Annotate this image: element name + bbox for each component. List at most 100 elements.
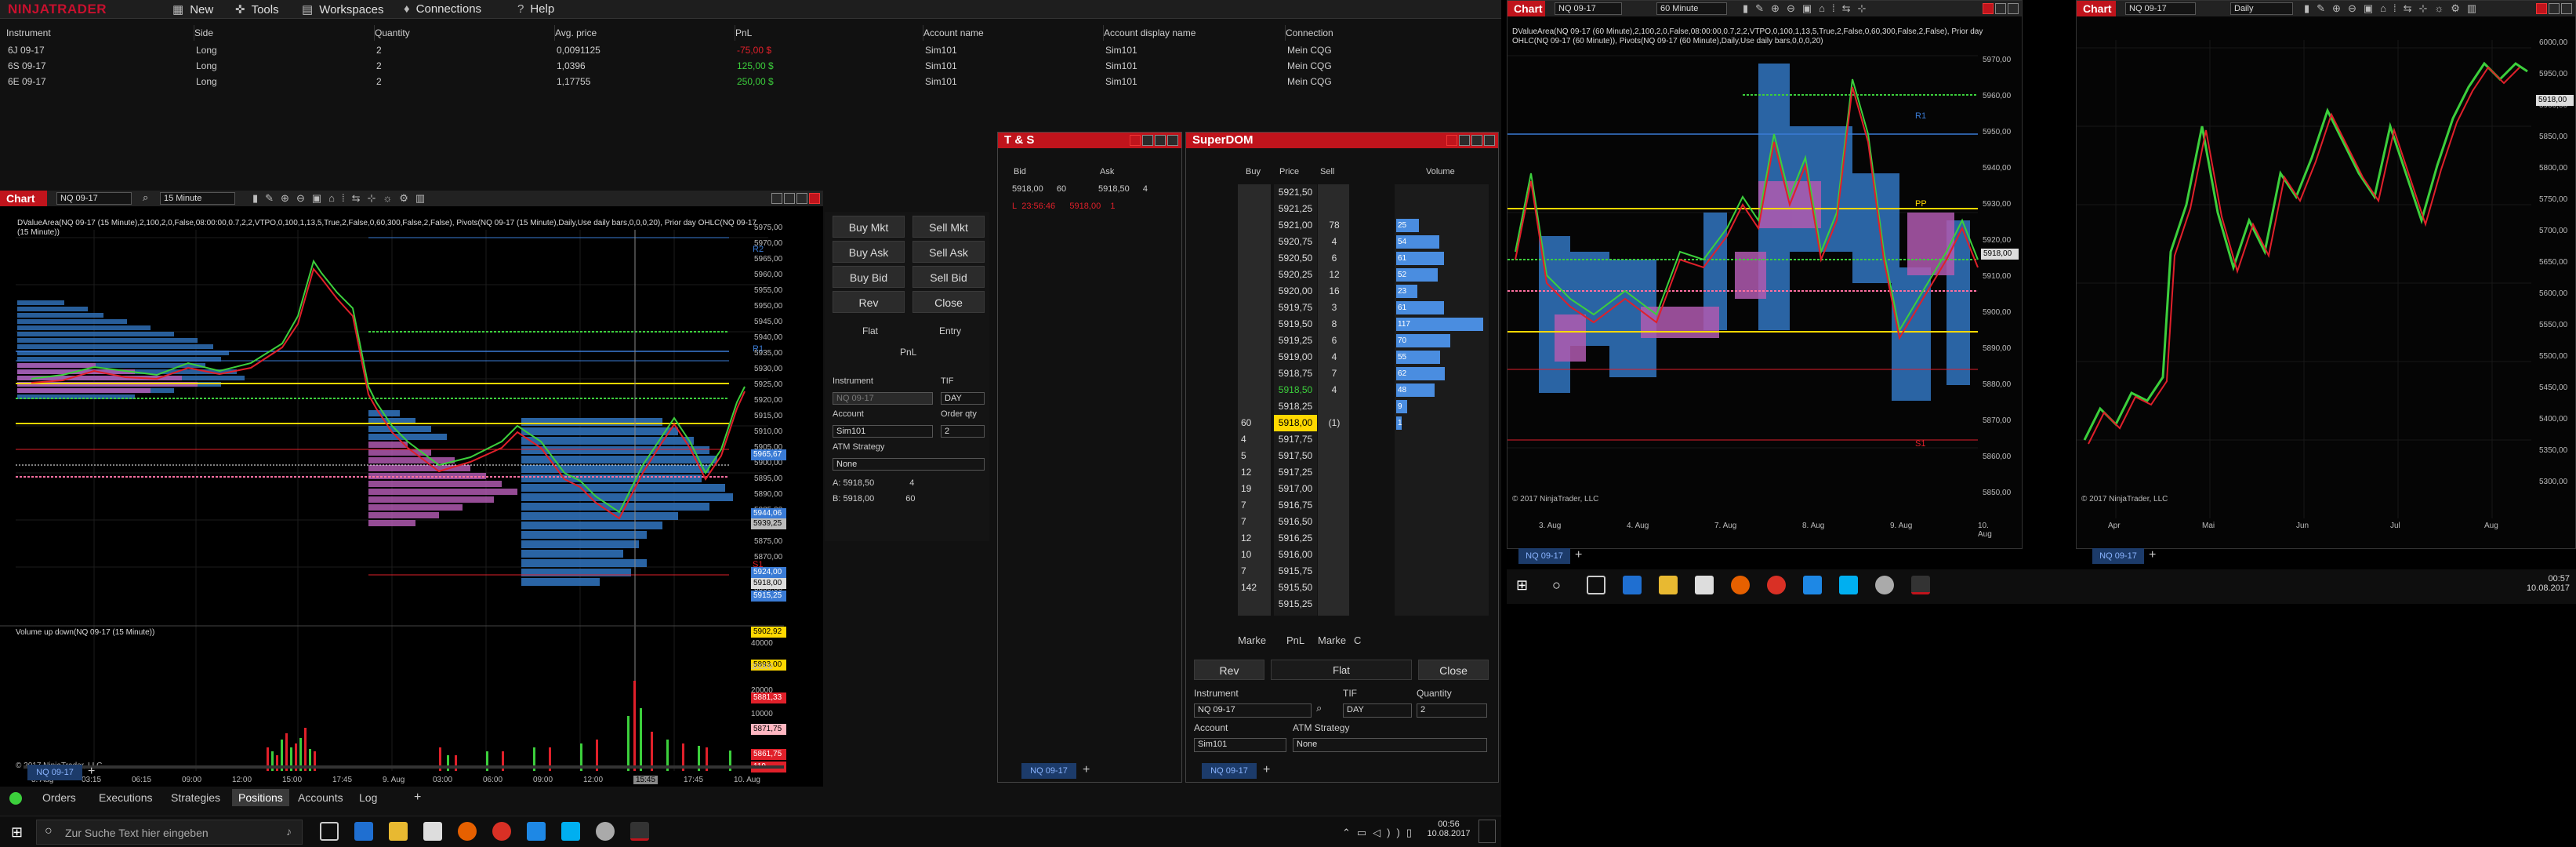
dom-buy[interactable] xyxy=(1241,250,1269,267)
col-side[interactable]: Side xyxy=(194,25,375,41)
dom-buy[interactable] xyxy=(1241,267,1269,283)
chart2-tools-icons[interactable]: ▮✎⊕⊖▣⌂⁞⇆⊹ xyxy=(1743,2,1873,15)
dom-price[interactable]: 5921,50 xyxy=(1274,184,1317,201)
chart2-interval-selector[interactable]: 60 Minute xyxy=(1656,2,1727,15)
ninjatrader-taskbar-icon[interactable] xyxy=(630,822,649,841)
right-ninjatrader-icon[interactable] xyxy=(1911,576,1930,594)
rev-button[interactable]: Rev xyxy=(833,291,905,313)
dom-vol[interactable]: 61 xyxy=(1398,300,1421,316)
col-avg-price[interactable]: Avg. price xyxy=(555,25,735,41)
chart2-link-icon[interactable] xyxy=(1983,3,1994,14)
dom-buy[interactable]: 10 xyxy=(1241,547,1269,563)
dom-price[interactable]: 5917,25 xyxy=(1274,464,1317,481)
dom-sell[interactable] xyxy=(1319,481,1349,497)
ts-tab[interactable]: NQ 09-17 xyxy=(1021,763,1076,779)
chart-tools-icons[interactable]: ▮✎⊕⊖▣⌂⁞⇆⊹☼⚙▥ xyxy=(252,192,432,205)
menu-new[interactable]: ▦ New xyxy=(172,2,213,16)
chart3-instrument-selector[interactable]: NQ 09-17 xyxy=(2125,2,2196,15)
dom-atm-select[interactable]: None xyxy=(1293,738,1487,752)
dom-vol[interactable] xyxy=(1398,530,1421,547)
system-tray-icons[interactable]: ⌃▭◁))▯ xyxy=(1342,827,1418,839)
dom-vol[interactable] xyxy=(1398,481,1421,497)
col-quantity[interactable]: Quantity xyxy=(375,25,555,41)
chart3-tab[interactable]: NQ 09-17 xyxy=(2092,548,2144,564)
dom-sell[interactable] xyxy=(1319,596,1349,613)
file-explorer-icon[interactable] xyxy=(389,822,408,841)
dom-sell[interactable] xyxy=(1319,448,1349,464)
menu-tools[interactable]: ✜ Tools xyxy=(235,2,279,16)
ts-link-icon[interactable] xyxy=(1130,135,1141,146)
microphone-icon[interactable]: ♪ xyxy=(286,825,292,838)
right-chrome-icon[interactable] xyxy=(1767,576,1786,594)
dom-vol[interactable] xyxy=(1398,514,1421,530)
dom-price[interactable]: 5916,00 xyxy=(1274,547,1317,563)
dom-sell[interactable]: 6 xyxy=(1319,333,1349,349)
chart2-add-tab-icon[interactable]: + xyxy=(1575,548,1582,562)
table-row[interactable]: 6S 09-17 Long 2 1,0396 125,00 $ Sim101 Sim101 M… xyxy=(0,58,1501,74)
app-icon[interactable] xyxy=(527,822,546,841)
dom-account-select[interactable]: Sim101 xyxy=(1194,738,1286,752)
dom-price[interactable]: 5921,00 xyxy=(1274,217,1317,234)
dom-price[interactable]: 5918,50 xyxy=(1274,382,1317,398)
dom-sell[interactable] xyxy=(1319,398,1349,415)
dom-price[interactable]: 5916,50 xyxy=(1274,514,1317,530)
dom-price[interactable]: 5916,25 xyxy=(1274,530,1317,547)
chart3-close-icon[interactable] xyxy=(2561,3,2572,14)
dom-vol[interactable] xyxy=(1398,563,1421,580)
dom-buy[interactable] xyxy=(1241,234,1269,250)
dom-sell[interactable] xyxy=(1319,580,1349,596)
col-account-name[interactable]: Account name xyxy=(923,25,1104,41)
right-firefox-icon[interactable] xyxy=(1731,576,1750,594)
tab-accounts[interactable]: Accounts xyxy=(292,789,350,806)
network-app-icon[interactable] xyxy=(596,822,615,841)
right-search-icon[interactable]: ○ xyxy=(1552,577,1561,594)
chart3-link-icon[interactable] xyxy=(2536,3,2547,14)
dom-buy[interactable] xyxy=(1241,316,1269,333)
ts-minimize-icon[interactable] xyxy=(1142,135,1153,146)
dom-sell[interactable]: 78 xyxy=(1319,217,1349,234)
task-view-icon[interactable] xyxy=(320,822,339,841)
dom-sell[interactable] xyxy=(1319,530,1349,547)
dom-sell[interactable]: 7 xyxy=(1319,365,1349,382)
dom-vol[interactable]: 1 xyxy=(1398,415,1421,431)
dom-buy[interactable] xyxy=(1241,201,1269,217)
dom-vol[interactable]: 23 xyxy=(1398,283,1421,300)
clock[interactable]: 00:56 10.08.2017 xyxy=(1425,820,1472,838)
dom-buy[interactable]: 12 xyxy=(1241,464,1269,481)
dom-sell[interactable] xyxy=(1319,563,1349,580)
tab-positions[interactable]: Positions xyxy=(232,789,289,806)
menu-workspaces[interactable]: ▤ Workspaces xyxy=(302,2,383,16)
dom-sell[interactable]: 6 xyxy=(1319,250,1349,267)
chart2-minimize-icon[interactable] xyxy=(1995,3,2006,14)
dom-price[interactable]: 5917,75 xyxy=(1274,431,1317,448)
close-button[interactable]: Close xyxy=(912,291,985,313)
dom-add-tab-icon[interactable]: + xyxy=(1263,763,1270,777)
account-select[interactable]: Sim101 xyxy=(833,425,933,438)
chart3-tools-icons[interactable]: ▮✎⊕⊖▣⌂⁞⇆⊹☼⚙▥ xyxy=(2304,2,2483,15)
dom-price[interactable]: 5915,25 xyxy=(1274,596,1317,613)
dom-buy[interactable]: 12 xyxy=(1241,530,1269,547)
taskbar-search[interactable]: ○ Zur Suche Text hier eingeben ♪ xyxy=(36,820,303,845)
dom-sell[interactable] xyxy=(1319,201,1349,217)
right-start-icon[interactable]: ⊞ xyxy=(1516,577,1528,594)
chart1-canvas[interactable]: R2 R1 PP S1 xyxy=(0,206,823,787)
dom-price[interactable]: 5915,75 xyxy=(1274,563,1317,580)
col-connection[interactable]: Connection xyxy=(1286,25,1466,41)
dom-price[interactable]: 5915,50 xyxy=(1274,580,1317,596)
sell-bid-button[interactable]: Sell Bid xyxy=(912,266,985,288)
dom-minimize-icon[interactable] xyxy=(1459,135,1470,146)
dom-search-icon[interactable]: ⌕ xyxy=(1316,702,1322,714)
dom-price[interactable]: 5919,25 xyxy=(1274,333,1317,349)
dom-buy[interactable]: 5 xyxy=(1241,448,1269,464)
dom-close-icon[interactable] xyxy=(1484,135,1495,146)
atm-select[interactable]: None xyxy=(833,458,985,471)
tab-strategies[interactable]: Strategies xyxy=(165,789,227,806)
dom-price[interactable]: 5920,00 xyxy=(1274,283,1317,300)
time-axis[interactable]: 8. Aug03:1506:1509:0012:0015:0017:459. A… xyxy=(31,776,760,787)
dom-market-right[interactable]: Marke xyxy=(1318,634,1346,646)
dom-vol[interactable]: 54 xyxy=(1398,234,1421,250)
chart1-tab[interactable]: NQ 09-17 xyxy=(27,765,82,780)
chart2-close-icon[interactable] xyxy=(2008,3,2019,14)
dom-instrument-select[interactable]: NQ 09-17 xyxy=(1194,703,1312,718)
dom-vol[interactable]: 55 xyxy=(1398,349,1421,365)
